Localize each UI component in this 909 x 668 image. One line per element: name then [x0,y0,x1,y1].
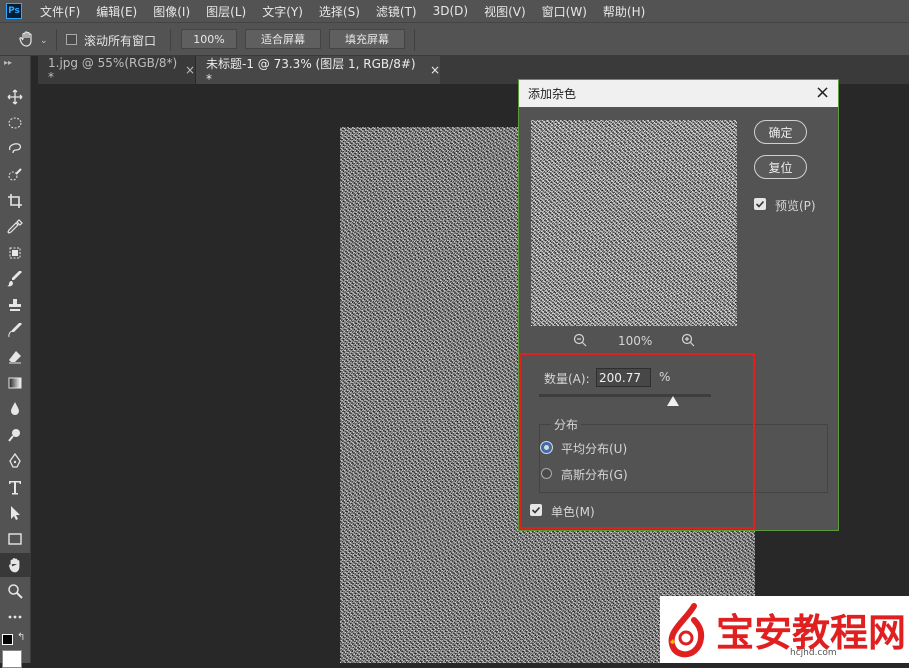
tab-1jpg[interactable]: 1.jpg @ 55%(RGB/8*) * × [38,56,196,84]
fill-screen-button[interactable]: 填充屏幕 [329,29,405,49]
menu-bar: Ps 文件(F) 编辑(E) 图像(I) 图层(L) 文字(Y) 选择(S) 滤… [0,0,909,22]
foreground-color-swatch[interactable] [2,650,22,668]
lasso-tool-icon[interactable] [0,137,30,161]
menu-view[interactable]: 视图(V) [476,3,534,20]
type-tool-icon[interactable] [0,475,30,499]
tool-preset-chevron-icon[interactable]: ⌄ [40,36,48,46]
move-tool-icon[interactable] [0,85,30,109]
preview-label: 预览(P) [775,199,816,213]
watermark-url: hcjhd.com [790,648,837,658]
tab-close-icon[interactable]: × [185,63,195,77]
zoom-in-icon[interactable] [681,333,695,350]
photoshop-logo: Ps [6,3,22,19]
path-select-tool-icon[interactable] [0,501,30,525]
ok-button[interactable]: 确定 [754,120,807,144]
menu-layer[interactable]: 图层(L) [198,3,254,20]
history-brush-tool-icon[interactable] [0,319,30,343]
fit-screen-button[interactable]: 适合屏幕 [245,29,321,49]
tab-close-icon[interactable]: × [430,63,440,77]
collapse-panel-icon[interactable]: ▸▸ [4,58,12,67]
brush-tool-icon[interactable] [0,267,30,291]
menu-help[interactable]: 帮助(H) [595,3,653,20]
dialog-close-icon[interactable]: × [815,82,830,103]
pen-tool-icon[interactable] [0,449,30,473]
dodge-tool-icon[interactable] [0,423,30,447]
default-colors-icon[interactable] [2,634,13,645]
reset-button[interactable]: 复位 [754,155,807,179]
menu-edit[interactable]: 编辑(E) [88,3,145,20]
marquee-tool-icon[interactable] [0,111,30,135]
menu-3d[interactable]: 3D(D) [425,4,476,18]
tab-untitled-1[interactable]: 未标题-1 @ 73.3% (图层 1, RGB/8#) * × [196,56,440,86]
menu-image[interactable]: 图像(I) [145,3,198,20]
blur-tool-icon[interactable] [0,397,30,421]
zoom-out-icon[interactable] [573,333,587,350]
eraser-tool-icon[interactable] [0,345,30,369]
tab-label: 1.jpg @ 55%(RGB/8*) * [48,56,178,84]
hand-tool-icon[interactable] [18,30,36,51]
menu-file[interactable]: 文件(F) [32,3,88,20]
menu-window[interactable]: 窗口(W) [534,3,595,20]
quick-select-tool-icon[interactable] [0,163,30,187]
scroll-all-checkbox[interactable] [66,34,77,45]
dialog-title: 添加杂色 [528,87,577,101]
preview-checkbox[interactable] [754,198,766,210]
annotation-highlight-box [519,353,755,529]
swap-colors-icon[interactable]: ↰ [17,632,25,643]
more-tools-icon[interactable] [0,605,30,629]
menu-filter[interactable]: 滤镜(T) [368,3,425,20]
scroll-all-label: 滚动所有窗口 [84,34,157,48]
gradient-tool-icon[interactable] [0,371,30,395]
zoom-tool-icon[interactable] [0,579,30,603]
toolbox: ▸▸ ↰ [0,56,31,668]
tab-label: 未标题-1 @ 73.3% (图层 1, RGB/8#) * [206,56,416,86]
healing-brush-tool-icon[interactable] [0,241,30,265]
watermark-logo [664,602,712,661]
menu-type[interactable]: 文字(Y) [254,3,311,20]
options-bar: ⌄ 滚动所有窗口 100% 适合屏幕 填充屏幕 [0,22,909,56]
preview-zoom-level: 100% [618,334,653,348]
noise-preview[interactable] [531,120,737,326]
menu-select[interactable]: 选择(S) [311,3,368,20]
rectangle-tool-icon[interactable] [0,527,30,551]
dialog-title-bar[interactable]: 添加杂色 × [519,80,838,107]
hand-tool-active-icon[interactable] [0,553,30,577]
watermark: 宝安教程网 hcjhd.com [660,596,909,663]
crop-tool-icon[interactable] [0,189,30,213]
clone-stamp-tool-icon[interactable] [0,293,30,317]
eyedropper-tool-icon[interactable] [0,215,30,239]
zoom-100-button[interactable]: 100% [181,29,237,49]
